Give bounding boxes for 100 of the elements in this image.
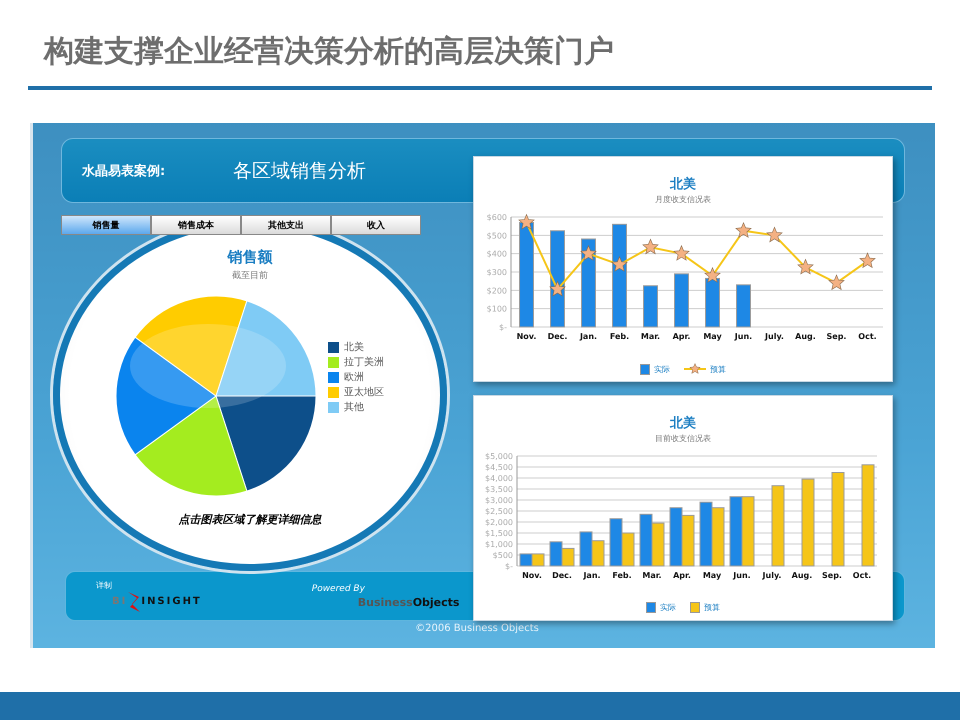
tick-label: $100	[486, 304, 507, 314]
legend-label: 实际	[654, 364, 670, 374]
legend-swatch	[690, 602, 700, 613]
star-marker	[642, 238, 659, 254]
axis-label: Feb.	[612, 571, 632, 580]
axis-label: Jan.	[580, 332, 598, 341]
tick-label: $2,000	[485, 518, 513, 527]
tick-label: $3,000	[485, 496, 513, 505]
pie-title: 销售额	[228, 248, 272, 267]
chart-subtitle: 目前收支信况表	[655, 433, 711, 444]
legend-label: 其他	[344, 400, 364, 414]
tick-label: $4,500	[485, 463, 513, 472]
bar	[520, 553, 532, 566]
legend-swatch	[646, 602, 656, 613]
tick-label: $200	[486, 286, 507, 296]
star-marker	[518, 214, 535, 230]
star-marker	[859, 252, 876, 268]
logo-text: INSIGHT	[141, 596, 202, 607]
axis-label: Feb.	[610, 332, 630, 341]
hint-text: 点击图表区域了解更详细信息	[178, 512, 322, 527]
tick-label: $500	[492, 551, 513, 560]
axis-label: Oct.	[852, 571, 872, 580]
chart-title: 北美	[670, 414, 696, 432]
legend-line-icon	[684, 363, 706, 375]
star-marker	[580, 244, 597, 261]
bar	[643, 285, 658, 328]
chart-subtitle: 月度收支信况表	[655, 194, 711, 205]
axis-label: Apr.	[672, 332, 690, 341]
star-marker	[797, 258, 814, 275]
axis-label: Nov.	[516, 332, 536, 341]
tab[interactable]: 收入	[331, 215, 421, 235]
axis-label: Aug.	[792, 571, 812, 580]
bar	[580, 531, 592, 566]
tick-label: $2,500	[485, 507, 513, 516]
chart-title: 北美	[670, 176, 696, 193]
tab[interactable]: 销售成本	[151, 215, 241, 235]
tick-label: $600	[486, 213, 507, 222]
tick-label: $-	[505, 562, 513, 571]
axis-label: May	[703, 332, 722, 341]
pie-subtitle: 截至目前	[232, 270, 268, 282]
tick-label: $-	[499, 323, 507, 332]
bar	[712, 507, 724, 566]
star-marker	[828, 274, 845, 290]
tab[interactable]: 其他支出	[241, 215, 331, 235]
made-by-label: 详制	[96, 580, 113, 590]
tick-label: $1,000	[485, 540, 513, 549]
legend-label: 欧洲	[344, 370, 364, 384]
bar	[610, 518, 622, 566]
powered-by-label: Powered By	[312, 584, 366, 594]
axis-label: Sep.	[822, 571, 842, 580]
axis-label: Jun.	[733, 571, 751, 580]
bar	[652, 522, 664, 566]
tick-label: $4,000	[485, 474, 513, 483]
tick-label: $3,500	[485, 485, 513, 494]
bar	[674, 273, 689, 328]
bar	[562, 548, 574, 566]
tick-label: $1,500	[485, 529, 513, 538]
bar	[700, 502, 712, 566]
bar	[670, 507, 682, 566]
axis-label: Nov.	[522, 571, 542, 580]
legend-label: 实际	[660, 602, 676, 613]
bar	[622, 532, 634, 566]
axis-label: May	[702, 571, 722, 580]
axis-label: Sep.	[826, 332, 846, 341]
legend-label: 亚太地区	[344, 386, 384, 399]
axis-label: Apr.	[673, 571, 691, 580]
axis-label: Oct.	[858, 332, 877, 341]
legend-label: 预算	[710, 364, 726, 374]
vendor-logo-text: Objects	[412, 596, 460, 608]
axis-label: Jun.	[734, 332, 752, 341]
star-marker	[704, 266, 721, 283]
star-marker	[611, 256, 628, 272]
bar	[736, 284, 751, 328]
bar	[592, 540, 604, 566]
logo-text: BI	[112, 596, 128, 607]
tick-label: $500	[486, 231, 507, 240]
vendor-logo-text: Business	[358, 596, 413, 608]
bar	[730, 496, 742, 566]
axis-label: Dec.	[552, 571, 572, 580]
bar	[640, 514, 652, 566]
slide-title: 构建支撑企业经营决策分析的高层决策门户	[44, 33, 615, 71]
bar	[682, 514, 694, 566]
axis-label: Dec.	[548, 332, 568, 341]
legend-label: 预算	[704, 602, 720, 613]
legend-label: 拉丁美洲	[344, 356, 384, 369]
axis-label: July.	[765, 332, 784, 341]
tab[interactable]: 销售量	[61, 215, 151, 235]
legend-label: 北美	[344, 340, 364, 354]
tick-label: $300	[486, 268, 507, 277]
star-marker	[766, 226, 783, 242]
header-label: 水晶易表案例:	[82, 162, 166, 180]
axis-label: Mar.	[642, 571, 662, 580]
legend-swatch	[640, 364, 650, 374]
axis-label: Mar.	[640, 332, 660, 341]
zigzag-icon	[127, 590, 142, 612]
bar	[742, 496, 754, 566]
star-marker	[549, 280, 566, 297]
star-marker	[735, 222, 752, 238]
tick-label: $5,000	[485, 452, 513, 461]
axis-label: Jan.	[583, 571, 601, 580]
